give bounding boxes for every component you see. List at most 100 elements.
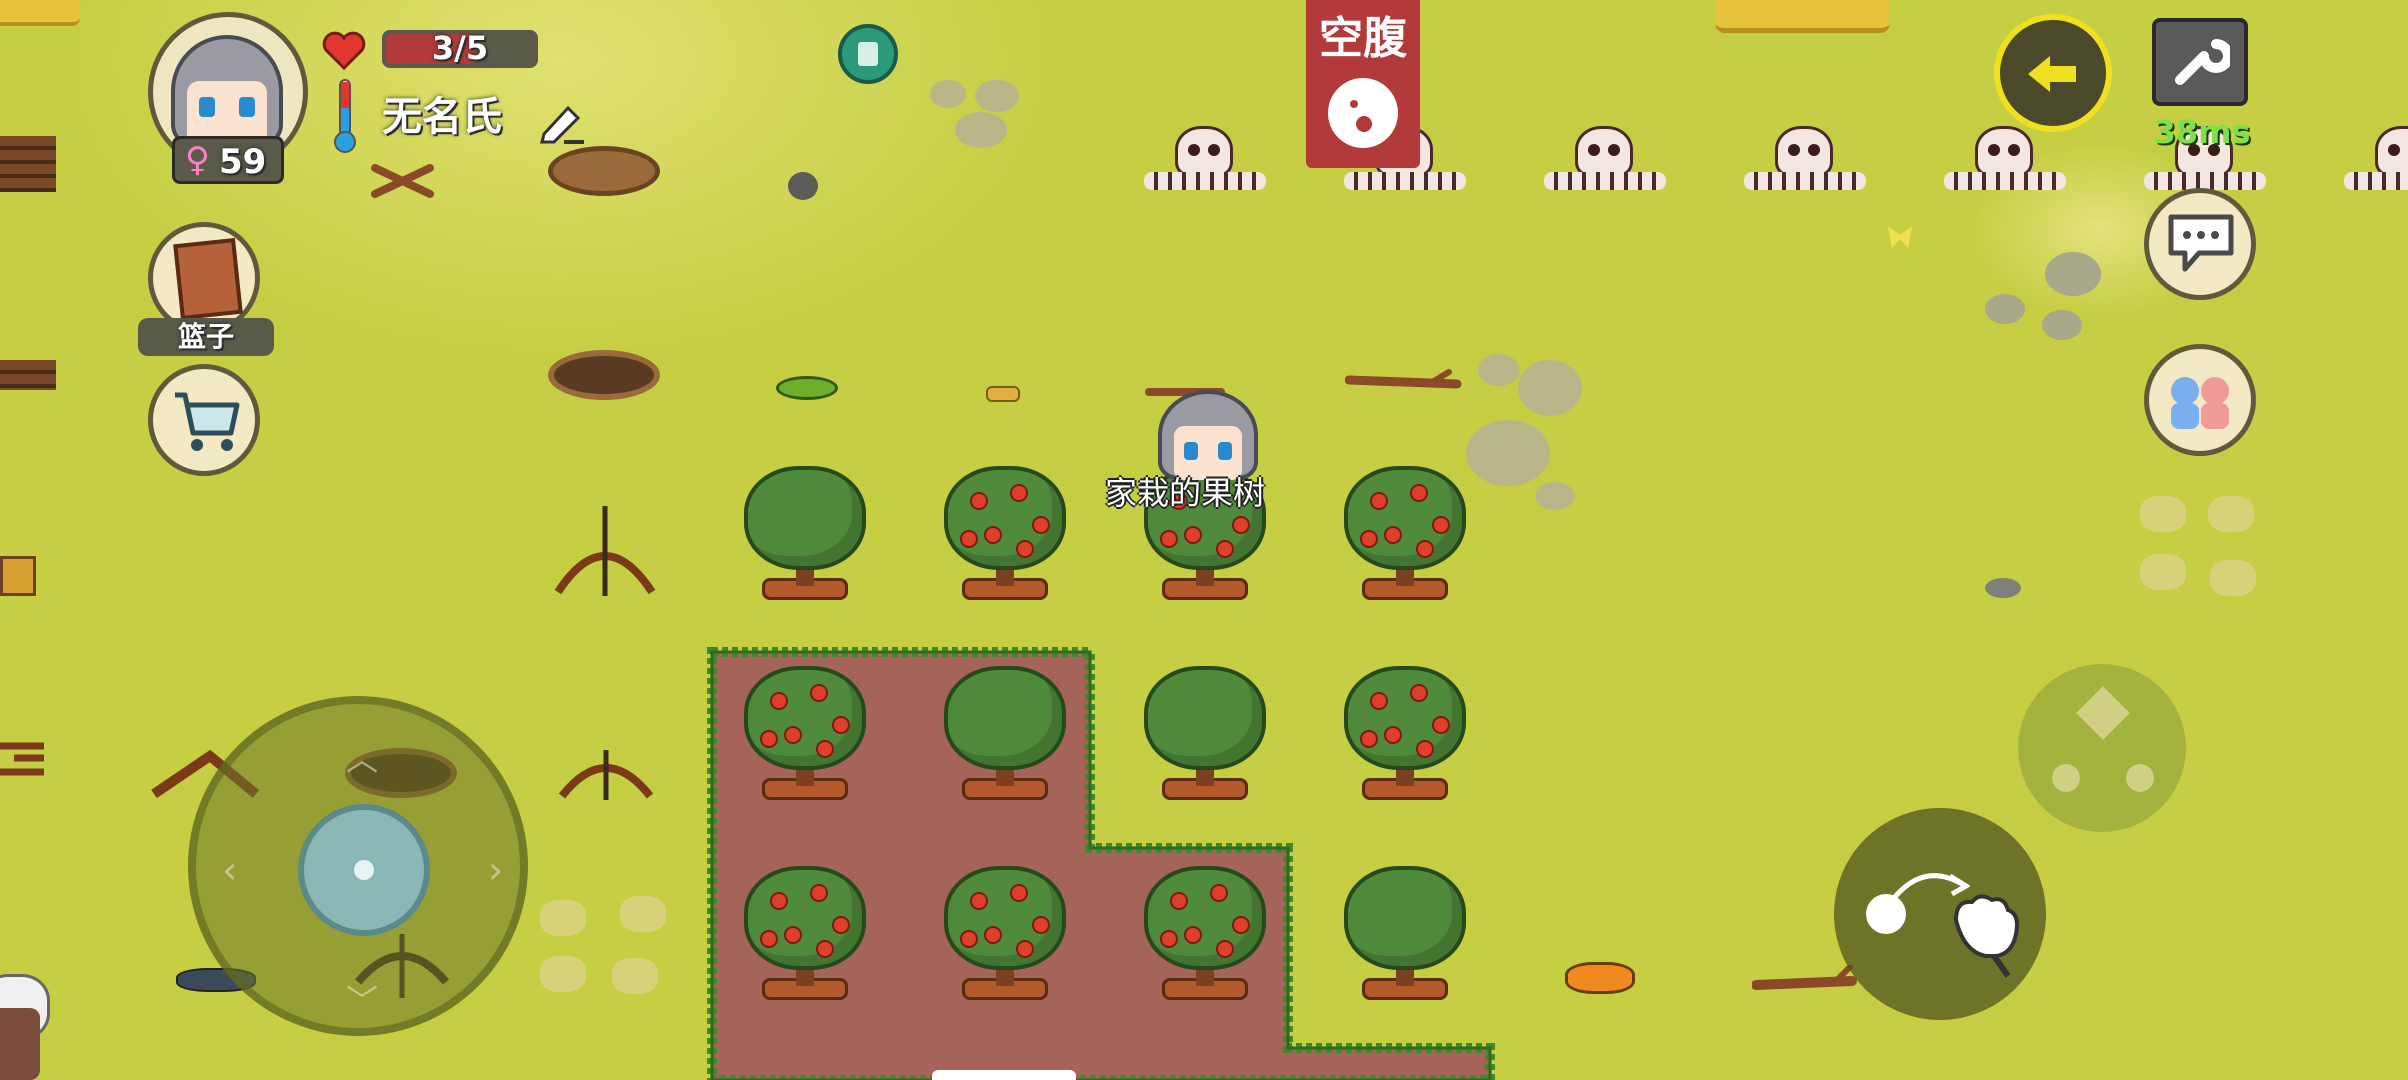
joystick-knob-dot bbox=[354, 860, 374, 880]
apple bbox=[810, 684, 828, 702]
branch[interactable] bbox=[1752, 965, 1858, 999]
apple bbox=[1232, 516, 1250, 534]
tree-canopy bbox=[1144, 666, 1266, 770]
skull-eye bbox=[1788, 144, 1800, 156]
emote-diamond bbox=[2076, 686, 2130, 740]
bow[interactable] bbox=[556, 740, 656, 800]
apple bbox=[1432, 516, 1450, 534]
rock bbox=[2045, 252, 2101, 296]
apple bbox=[1032, 516, 1050, 534]
rock bbox=[788, 172, 818, 200]
apple bbox=[1216, 940, 1234, 958]
fruit-tree[interactable] bbox=[740, 660, 870, 810]
apple bbox=[960, 930, 978, 948]
game-world[interactable]: 家栽的果树 ♀ 59 3/5 无名氏 空腹 篮子 38ms ︿ ﹀ ‹ › bbox=[0, 0, 2408, 1080]
joystick-icon[interactable] bbox=[298, 804, 430, 936]
player-eye bbox=[1184, 442, 1198, 460]
other-player[interactable] bbox=[0, 968, 50, 1080]
fruit-tree[interactable] bbox=[1340, 860, 1470, 1010]
grass-patch bbox=[612, 958, 658, 994]
edit-icon[interactable] bbox=[538, 100, 586, 144]
hunger-label: 空腹 bbox=[1319, 13, 1407, 64]
fruit-tree[interactable] bbox=[1140, 860, 1270, 1010]
book-basket-icon bbox=[173, 237, 243, 321]
settings-button[interactable] bbox=[2152, 18, 2248, 106]
chat-icon bbox=[2168, 214, 2234, 272]
tree-canopy bbox=[744, 466, 866, 570]
joystick-right-arrow: › bbox=[488, 848, 504, 892]
fruit-tree[interactable] bbox=[1340, 660, 1470, 810]
bones bbox=[1744, 172, 1866, 190]
apple bbox=[1184, 526, 1202, 544]
branch[interactable] bbox=[1345, 368, 1463, 402]
skull-eye bbox=[1588, 144, 1600, 156]
apple bbox=[1184, 926, 1202, 944]
trash-button[interactable] bbox=[838, 24, 898, 84]
skeleton-remains[interactable] bbox=[1730, 118, 1880, 198]
skeleton-remains[interactable] bbox=[1530, 118, 1680, 198]
nest[interactable] bbox=[548, 350, 660, 400]
bones bbox=[1544, 172, 1666, 190]
skull-eye bbox=[2388, 144, 2400, 156]
grab-action-button[interactable] bbox=[1834, 808, 2046, 1020]
fruit-tree[interactable] bbox=[1140, 660, 1270, 810]
rock bbox=[975, 80, 1019, 112]
wooden-box[interactable] bbox=[0, 556, 36, 596]
basket-label-plate: 篮子 bbox=[138, 318, 274, 356]
friends-button[interactable] bbox=[2144, 344, 2256, 456]
emote-dot-left bbox=[2052, 764, 2080, 792]
ping-indicator: 38ms bbox=[2153, 113, 2251, 151]
apple bbox=[1216, 540, 1234, 558]
grass-patch bbox=[2140, 496, 2186, 532]
apple bbox=[960, 530, 978, 548]
bow[interactable] bbox=[550, 500, 660, 600]
skeleton-remains[interactable] bbox=[2330, 118, 2408, 198]
tree-canopy bbox=[1344, 866, 1466, 970]
fruit-tree[interactable] bbox=[1340, 460, 1470, 610]
leaf-item[interactable] bbox=[776, 376, 838, 400]
shop-button[interactable] bbox=[148, 364, 260, 476]
apple bbox=[760, 930, 778, 948]
bones bbox=[1144, 172, 1266, 190]
grass-patch bbox=[2210, 560, 2256, 596]
fruit-tree[interactable] bbox=[940, 860, 1070, 1010]
fruit-tree[interactable] bbox=[740, 460, 870, 610]
joystick-up-arrow: ︿ bbox=[346, 740, 379, 778]
seed[interactable] bbox=[986, 386, 1020, 402]
skeleton-remains[interactable] bbox=[1130, 118, 1280, 198]
rock bbox=[1466, 420, 1550, 486]
log-pile[interactable] bbox=[0, 360, 56, 390]
carrot[interactable] bbox=[1565, 962, 1635, 994]
log-pile[interactable] bbox=[0, 136, 56, 192]
player-name: 无名氏 bbox=[382, 94, 502, 140]
hunger-status-banner: 空腹 bbox=[1306, 0, 1420, 168]
fruit-tree[interactable] bbox=[940, 460, 1070, 610]
character-nametag: 家栽的果树 bbox=[1105, 474, 1266, 512]
chat-button[interactable] bbox=[2144, 188, 2256, 300]
apple bbox=[1384, 726, 1402, 744]
nest[interactable] bbox=[548, 146, 660, 196]
basket-label: 篮子 bbox=[177, 320, 234, 353]
fruit-tree[interactable] bbox=[740, 860, 870, 1010]
age-badge: ♀ 59 bbox=[172, 136, 284, 184]
apple bbox=[970, 492, 988, 510]
apple bbox=[1410, 684, 1428, 702]
friends-icon bbox=[2171, 377, 2229, 429]
apple bbox=[816, 740, 834, 758]
apple bbox=[1360, 530, 1378, 548]
apple bbox=[1016, 540, 1034, 558]
grass-patch bbox=[2208, 496, 2254, 532]
rock bbox=[955, 112, 1007, 148]
rock bbox=[1478, 354, 1520, 386]
return-button[interactable] bbox=[1994, 14, 2112, 132]
slingshot[interactable] bbox=[0, 738, 50, 778]
fruit-tree[interactable] bbox=[940, 660, 1070, 810]
bottom-panel-edge bbox=[932, 1070, 1076, 1080]
trash-icon bbox=[858, 42, 878, 66]
kindling[interactable] bbox=[370, 160, 440, 200]
bones bbox=[2344, 172, 2408, 190]
skull bbox=[1975, 126, 2033, 178]
emote-button[interactable] bbox=[2018, 664, 2186, 832]
skull bbox=[1575, 126, 1633, 178]
movement-joystick[interactable]: ︿ ﹀ ‹ › bbox=[188, 696, 528, 1036]
